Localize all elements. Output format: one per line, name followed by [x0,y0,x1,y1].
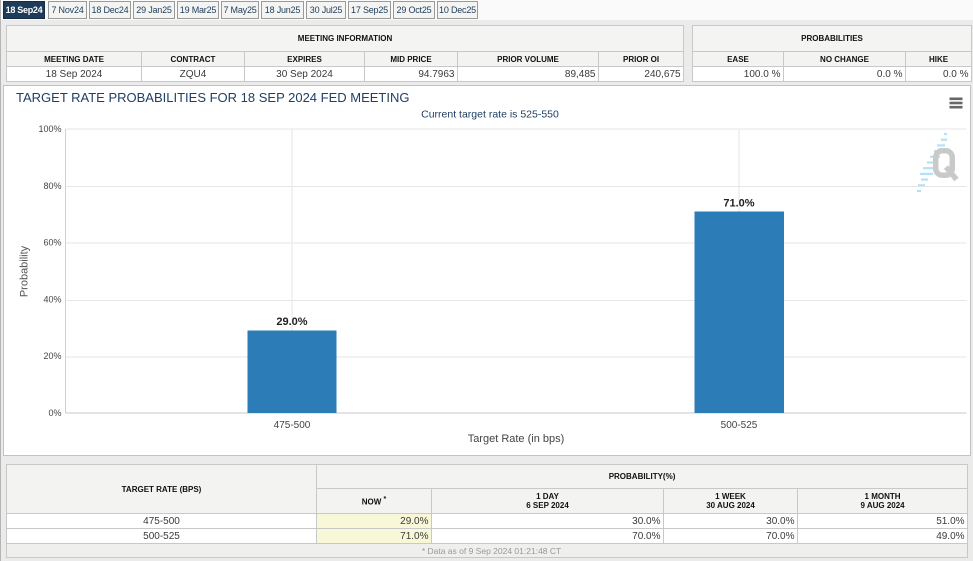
svg-text:500-525: 500-525 [721,420,758,431]
svg-text:60%: 60% [43,238,61,248]
svg-text:Current target rate is 525-550: Current target rate is 525-550 [421,109,559,121]
svg-text:475-500: 475-500 [274,420,311,431]
svg-text:Target Rate (in bps): Target Rate (in bps) [468,433,565,445]
svg-text:100%: 100% [38,124,61,134]
svg-text:29.0%: 29.0% [276,316,307,328]
svg-text:20%: 20% [43,351,61,361]
svg-text:Probability: Probability [19,245,31,297]
svg-text:TARGET RATE PROBABILITIES FOR: TARGET RATE PROBABILITIES FOR 18 SEP 202… [16,90,409,105]
svg-text:0%: 0% [48,408,61,418]
svg-text:71.0%: 71.0% [723,198,754,210]
svg-text:80%: 80% [43,181,61,191]
svg-text:40%: 40% [43,294,61,304]
